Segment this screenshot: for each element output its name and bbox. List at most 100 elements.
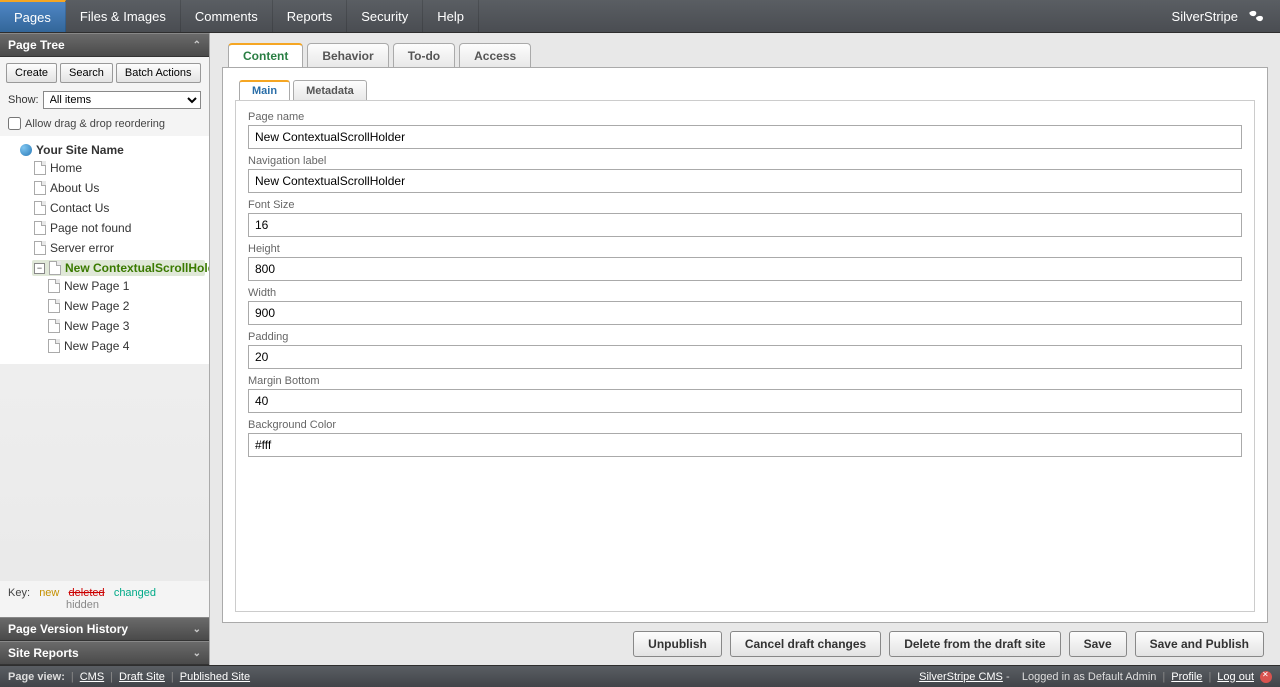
top-menu-bar: PagesFiles & ImagesCommentsReportsSecuri… bbox=[0, 0, 1280, 33]
key-legend: Key: new deleted changed hidden bbox=[0, 581, 209, 617]
field-label: Page name bbox=[248, 111, 1242, 123]
batch-actions-button[interactable]: Batch Actions bbox=[116, 63, 201, 83]
tab-to-do[interactable]: To-do bbox=[393, 43, 455, 68]
field-input-navigation-label[interactable] bbox=[248, 169, 1242, 193]
tree-item[interactable]: New Page 2 bbox=[46, 298, 205, 314]
menu-item-pages[interactable]: Pages bbox=[0, 0, 66, 32]
create-button[interactable]: Create bbox=[6, 63, 57, 83]
collapse-icon: ⌃ bbox=[193, 40, 201, 51]
subtab-main[interactable]: Main bbox=[239, 80, 290, 101]
page-icon bbox=[34, 221, 46, 235]
link-published-site[interactable]: Published Site bbox=[180, 671, 250, 683]
link-draft-site[interactable]: Draft Site bbox=[119, 671, 165, 683]
tab-panel-content: MainMetadata Page name Navigation label Fo… bbox=[222, 67, 1268, 623]
tree-item-label: About Us bbox=[50, 181, 99, 195]
legend-hidden: hidden bbox=[66, 599, 201, 611]
page-view-label: Page view: bbox=[8, 671, 65, 683]
silverstripe-logo-icon bbox=[1246, 8, 1266, 24]
dash: - bbox=[1003, 671, 1022, 683]
tree-item-label: Contact Us bbox=[50, 201, 109, 215]
field-input-background-color[interactable] bbox=[248, 433, 1242, 457]
spacer bbox=[479, 0, 1158, 32]
tree-item[interactable]: About Us bbox=[32, 180, 205, 196]
legend-deleted: deleted bbox=[69, 587, 105, 599]
search-button[interactable]: Search bbox=[60, 63, 113, 83]
tree-item-label: New ContextualScrollHolder bbox=[65, 261, 209, 275]
tree-item-label: New Page 2 bbox=[64, 299, 129, 313]
tree-root-label: Your Site Name bbox=[36, 143, 124, 157]
brand-label: SilverStripe bbox=[1172, 9, 1238, 24]
field-input-font-size[interactable] bbox=[248, 213, 1242, 237]
field-label: Font Size bbox=[248, 199, 1242, 211]
menu-item-comments[interactable]: Comments bbox=[181, 0, 273, 32]
tree-item-label: New Page 4 bbox=[64, 339, 129, 353]
show-label: Show: bbox=[8, 94, 39, 106]
page-version-history-header[interactable]: Page Version History ⌄ bbox=[0, 617, 209, 641]
page-tree-title: Page Tree bbox=[8, 38, 65, 52]
menu-item-files-images[interactable]: Files & Images bbox=[66, 0, 181, 32]
tree-item[interactable]: Server error bbox=[32, 240, 205, 256]
field-input-page-name[interactable] bbox=[248, 125, 1242, 149]
tree-item-label: Page not found bbox=[50, 221, 131, 235]
field-input-width[interactable] bbox=[248, 301, 1242, 325]
site-reports-header[interactable]: Site Reports ⌄ bbox=[0, 641, 209, 665]
content-area: ContentBehaviorTo-doAccess MainMetadata … bbox=[210, 33, 1280, 665]
menu-item-help[interactable]: Help bbox=[423, 0, 479, 32]
page-tree-header[interactable]: Page Tree ⌃ bbox=[0, 33, 209, 57]
brand: SilverStripe bbox=[1158, 0, 1280, 32]
page-icon bbox=[34, 161, 46, 175]
status-bar: Page view: | CMS | Draft Site | Publishe… bbox=[0, 665, 1280, 687]
delete-draft-button[interactable]: Delete from the draft site bbox=[889, 631, 1060, 657]
tree-toggle-icon[interactable]: − bbox=[34, 263, 45, 274]
subpanel-main: Page name Navigation label Font Size Height… bbox=[235, 100, 1255, 612]
tree-item[interactable]: New Page 3 bbox=[46, 318, 205, 334]
page-icon bbox=[48, 279, 60, 293]
link-profile[interactable]: Profile bbox=[1171, 671, 1202, 683]
tree-root[interactable]: Your Site Name bbox=[18, 142, 205, 158]
action-bar: Unpublish Cancel draft changes Delete fr… bbox=[222, 623, 1268, 661]
menu-item-security[interactable]: Security bbox=[347, 0, 423, 32]
page-tree: Your Site Name Home About Us Contact Us Pag… bbox=[0, 136, 209, 364]
subtab-metadata[interactable]: Metadata bbox=[293, 80, 367, 101]
link-logout[interactable]: Log out bbox=[1217, 671, 1254, 683]
save-button[interactable]: Save bbox=[1069, 631, 1127, 657]
sidebar: Page Tree ⌃ Create Search Batch Actions … bbox=[0, 33, 210, 665]
legend-new: new bbox=[39, 587, 59, 599]
cancel-draft-button[interactable]: Cancel draft changes bbox=[730, 631, 881, 657]
field-label: Navigation label bbox=[248, 155, 1242, 167]
tree-item-label: Home bbox=[50, 161, 82, 175]
page-icon bbox=[48, 299, 60, 313]
expand-icon: ⌄ bbox=[193, 648, 201, 659]
unpublish-button[interactable]: Unpublish bbox=[633, 631, 722, 657]
field-label: Height bbox=[248, 243, 1242, 255]
tab-access[interactable]: Access bbox=[459, 43, 531, 68]
tab-content[interactable]: Content bbox=[228, 43, 303, 68]
field-input-margin-bottom[interactable] bbox=[248, 389, 1242, 413]
field-label: Width bbox=[248, 287, 1242, 299]
page-icon bbox=[49, 261, 61, 275]
menu-item-reports[interactable]: Reports bbox=[273, 0, 348, 32]
allow-drag-checkbox[interactable] bbox=[8, 117, 21, 130]
page-icon bbox=[34, 201, 46, 215]
tab-behavior[interactable]: Behavior bbox=[307, 43, 388, 68]
tree-item[interactable]: New Page 4 bbox=[46, 338, 205, 354]
tree-item[interactable]: −New ContextualScrollHolder bbox=[32, 260, 205, 276]
globe-icon bbox=[20, 144, 32, 156]
tree-item[interactable]: Page not found bbox=[32, 220, 205, 236]
link-product[interactable]: SilverStripe CMS bbox=[919, 671, 1003, 683]
tree-item[interactable]: Home bbox=[32, 160, 205, 176]
page-icon bbox=[48, 339, 60, 353]
field-input-height[interactable] bbox=[248, 257, 1242, 281]
show-select[interactable]: All items bbox=[43, 91, 201, 109]
tree-item[interactable]: New Page 1 bbox=[46, 278, 205, 294]
page-icon bbox=[48, 319, 60, 333]
link-cms[interactable]: CMS bbox=[80, 671, 104, 683]
page-icon bbox=[34, 241, 46, 255]
field-label: Margin Bottom bbox=[248, 375, 1242, 387]
field-label: Padding bbox=[248, 331, 1242, 343]
legend-changed: changed bbox=[114, 587, 156, 599]
tree-item[interactable]: Contact Us bbox=[32, 200, 205, 216]
field-input-padding[interactable] bbox=[248, 345, 1242, 369]
save-publish-button[interactable]: Save and Publish bbox=[1135, 631, 1264, 657]
logout-icon[interactable] bbox=[1260, 671, 1272, 683]
